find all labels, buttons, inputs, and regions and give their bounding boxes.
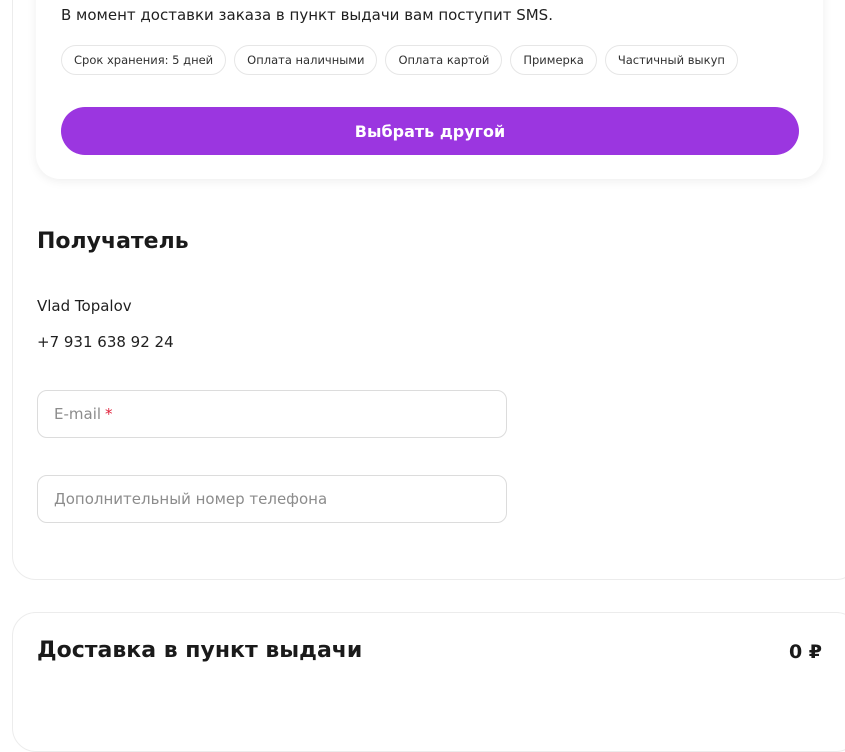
recipient-name: Vlad Topalov: [37, 297, 132, 315]
recipient-title: Получатель: [37, 229, 189, 254]
delivery-title: Доставка в пункт выдачи: [37, 638, 363, 663]
feature-tag-card: Оплата картой: [385, 45, 503, 75]
feature-tag-storage: Срок хранения: 5 дней: [61, 45, 227, 75]
email-field[interactable]: E-mail *: [37, 390, 507, 438]
extra-phone-placeholder: Дополнительный номер телефона: [54, 490, 328, 508]
recipient-phone: +7 931 638 92 24: [37, 333, 174, 351]
delivery-summary-card: [12, 612, 845, 752]
pickup-features: Срок хранения: 5 дней Оплата наличными О…: [61, 45, 738, 75]
delivery-price: 0 ₽: [788, 641, 822, 663]
feature-tag-cash: Оплата наличными: [234, 45, 378, 75]
email-placeholder: E-mail: [54, 405, 102, 423]
choose-other-button[interactable]: Выбрать другой: [61, 107, 799, 155]
feature-tag-fitting: Примерка: [510, 45, 597, 75]
extra-phone-field[interactable]: Дополнительный номер телефона: [37, 475, 507, 523]
feature-tag-partial: Частичный выкуп: [604, 45, 738, 75]
sms-notice: В момент доставки заказа в пункт выдачи …: [61, 6, 553, 24]
required-asterisk: *: [105, 405, 113, 423]
